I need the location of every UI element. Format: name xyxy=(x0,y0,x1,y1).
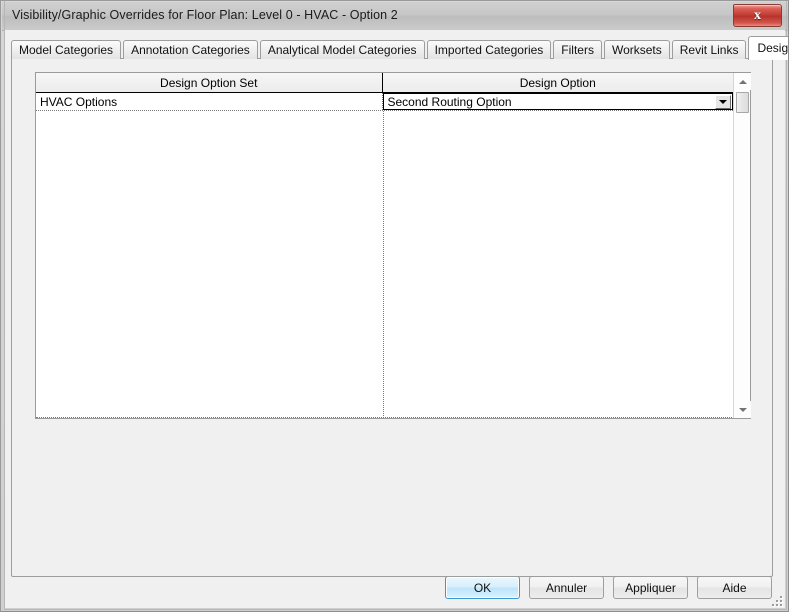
grid-table: Design Option Set Design Option HVAC Opt… xyxy=(36,73,734,418)
tab-imported-categories[interactable]: Imported Categories xyxy=(426,40,552,59)
tab-annotation-categories[interactable]: Annotation Categories xyxy=(123,40,258,59)
grid-vertical-scrollbar[interactable] xyxy=(733,73,751,418)
chevron-down-icon xyxy=(719,100,727,104)
tab-label: Worksets xyxy=(611,43,662,57)
close-button[interactable]: x xyxy=(733,4,782,27)
dialog-client-area: Model Categories Annotation Categories A… xyxy=(5,30,788,608)
tab-model-categories[interactable]: Model Categories xyxy=(11,40,122,59)
apply-button[interactable]: Appliquer xyxy=(613,576,688,599)
tab-strip: Model Categories Annotation Categories A… xyxy=(11,36,789,60)
dialog-button-bar: OK Annuler Appliquer Aide xyxy=(445,576,772,599)
tab-analytical-model-categories[interactable]: Analytical Model Categories xyxy=(259,40,425,59)
tab-label: Imported Categories xyxy=(434,43,544,57)
resize-grip-icon[interactable] xyxy=(770,594,782,606)
tab-design-options[interactable]: Design Options xyxy=(748,36,789,60)
column-header-design-option-set[interactable]: Design Option Set xyxy=(36,73,383,92)
scroll-thumb[interactable] xyxy=(736,92,749,113)
tab-filters[interactable]: Filters xyxy=(553,40,602,59)
grid-header-row: Design Option Set Design Option xyxy=(36,73,733,93)
tab-revit-links[interactable]: Revit Links xyxy=(671,40,747,59)
combo-value: Second Routing Option xyxy=(387,94,512,109)
scroll-up-button[interactable] xyxy=(734,73,751,90)
tab-label: Revit Links xyxy=(679,43,739,57)
tab-label: Design Options xyxy=(757,41,789,55)
tab-label: Analytical Model Categories xyxy=(267,43,417,57)
cancel-button[interactable]: Annuler xyxy=(529,576,604,599)
tab-label: Model Categories xyxy=(19,43,114,57)
tab-panel-design-options: Design Option Set Design Option HVAC Opt… xyxy=(11,58,773,577)
scroll-down-button[interactable] xyxy=(734,401,751,418)
table-row: HVAC Options Second Routing Option xyxy=(36,93,733,111)
scroll-down-arrow-icon xyxy=(738,407,747,412)
design-options-grid: Design Option Set Design Option HVAC Opt… xyxy=(35,72,751,419)
tab-worksets[interactable]: Worksets xyxy=(603,40,670,59)
cell-design-option-combo[interactable]: Second Routing Option xyxy=(382,93,733,110)
column-divider xyxy=(383,111,384,417)
tab-label: Annotation Categories xyxy=(131,43,250,57)
cell-design-option-set[interactable]: HVAC Options xyxy=(36,93,383,110)
column-header-design-option[interactable]: Design Option xyxy=(382,73,733,92)
dialog-window: Visibility/Graphic Overrides for Floor P… xyxy=(0,0,789,612)
tab-label: Filters xyxy=(561,43,594,57)
scroll-up-arrow-icon xyxy=(738,79,747,84)
ok-button[interactable]: OK xyxy=(445,576,520,599)
help-button[interactable]: Aide xyxy=(697,576,772,599)
window-title: Visibility/Graphic Overrides for Floor P… xyxy=(12,8,398,22)
close-icon: x xyxy=(754,7,761,23)
combo-dropdown-button[interactable] xyxy=(715,95,731,109)
title-bar[interactable]: Visibility/Graphic Overrides for Floor P… xyxy=(2,2,788,31)
